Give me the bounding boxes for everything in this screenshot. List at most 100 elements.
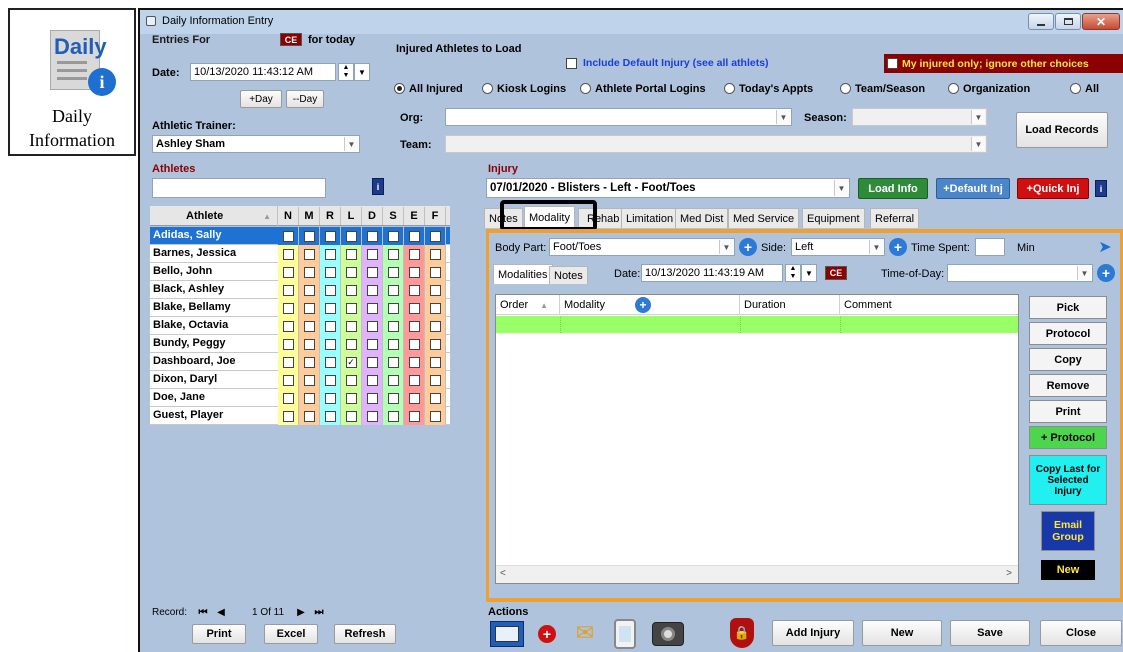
radio-organization[interactable]: Organization [948, 83, 1030, 95]
flag-checkbox[interactable] [345, 302, 357, 314]
flag-checkbox[interactable] [366, 320, 378, 332]
print-button[interactable]: Print [1029, 400, 1107, 423]
flag-checkbox[interactable] [324, 338, 336, 350]
column-header-flag[interactable]: L [341, 207, 362, 225]
subtab-notes[interactable]: Notes [549, 266, 588, 284]
athlete-row[interactable]: Guest, Player [150, 407, 450, 425]
column-header-comment[interactable]: Comment [840, 295, 1018, 315]
refresh-button[interactable]: Refresh [334, 624, 396, 644]
column-header-flag[interactable]: E [404, 207, 425, 225]
flag-checkbox[interactable] [429, 410, 441, 422]
add-body-part-icon[interactable]: + [739, 238, 757, 256]
flag-checkbox[interactable] [408, 338, 420, 350]
flag-checkbox[interactable] [387, 338, 399, 350]
flag-checkbox[interactable] [303, 284, 315, 296]
shield-lock-icon[interactable]: 🔒 [730, 618, 754, 648]
athlete-row[interactable]: Dashboard, Joe ✓ [150, 353, 450, 371]
flag-checkbox[interactable] [408, 374, 420, 386]
radio-todays-appts[interactable]: Today's Appts [724, 83, 813, 95]
flag-checkbox[interactable] [408, 356, 420, 368]
flag-checkbox[interactable] [345, 410, 357, 422]
radio-all-injured[interactable]: All Injured [394, 83, 463, 95]
column-header-flag[interactable]: M [299, 207, 320, 225]
flag-checkbox[interactable] [345, 374, 357, 386]
flag-checkbox[interactable] [324, 266, 336, 278]
flag-checkbox[interactable] [408, 248, 420, 260]
add-protocol-button[interactable]: + Protocol [1029, 426, 1107, 449]
protocol-button[interactable]: Protocol [1029, 322, 1107, 345]
radio-athlete-portal-logins[interactable]: Athlete Portal Logins [580, 83, 706, 95]
flag-checkbox[interactable] [303, 266, 315, 278]
load-records-button[interactable]: Load Records [1016, 112, 1108, 148]
print-athletes-button[interactable]: Print [192, 624, 246, 644]
flag-checkbox[interactable] [429, 392, 441, 404]
flag-checkbox[interactable] [408, 302, 420, 314]
athlete-row[interactable]: Dixon, Daryl [150, 371, 450, 389]
next-record-button[interactable]: ▶ [293, 607, 309, 618]
include-default-checkbox[interactable]: Include Default Injury (see all athlets) [566, 57, 769, 69]
tab-notes[interactable]: Notes [484, 208, 523, 228]
add-modality-icon[interactable]: + [634, 297, 651, 313]
copy-last-button[interactable]: Copy Last for Selected Injury [1029, 455, 1107, 505]
flag-checkbox[interactable] [387, 410, 399, 422]
flag-checkbox[interactable] [324, 374, 336, 386]
season-select[interactable]: ▼ [852, 108, 987, 126]
id-card-icon[interactable] [490, 621, 524, 647]
flag-checkbox[interactable] [345, 284, 357, 296]
scroll-right-icon[interactable]: > [1006, 568, 1012, 579]
flag-checkbox[interactable] [345, 248, 357, 260]
scroll-left-icon[interactable]: < [500, 568, 506, 579]
email-group-button[interactable]: Email Group [1041, 511, 1095, 551]
send-icon[interactable]: ➤ [1095, 238, 1115, 256]
horizontal-scrollbar[interactable]: < > [496, 565, 1018, 583]
quick-inj-button[interactable]: +Quick Inj [1017, 178, 1089, 199]
flag-checkbox[interactable] [408, 230, 420, 242]
modality-date-field[interactable]: 10/13/2020 11:43:19 AM [641, 264, 783, 282]
flag-checkbox[interactable] [429, 230, 441, 242]
athlete-row[interactable]: Black, Ashley [150, 281, 450, 299]
org-select[interactable]: ▼ [445, 108, 792, 126]
athlete-search-input[interactable] [152, 178, 326, 198]
flag-checkbox[interactable] [366, 410, 378, 422]
pill-icon[interactable]: ✉ [570, 619, 600, 647]
flag-checkbox[interactable] [282, 302, 294, 314]
flag-checkbox[interactable] [282, 266, 294, 278]
tab-limitation[interactable]: Limitation [621, 208, 679, 228]
flag-checkbox[interactable] [324, 392, 336, 404]
new-modality-row[interactable] [496, 316, 1018, 333]
time-of-day-select[interactable]: ▼ [947, 264, 1093, 282]
flag-checkbox[interactable] [387, 356, 399, 368]
flag-checkbox[interactable] [366, 266, 378, 278]
tab-med-service[interactable]: Med Service [728, 208, 800, 228]
flag-checkbox[interactable] [429, 338, 441, 350]
team-select[interactable]: ▼ [445, 135, 987, 153]
flag-checkbox[interactable] [324, 230, 336, 242]
phone-icon[interactable] [614, 619, 636, 649]
book-icon[interactable]: i [1095, 180, 1107, 197]
flag-checkbox[interactable] [429, 320, 441, 332]
column-header-flag[interactable]: D [362, 207, 383, 225]
flag-checkbox[interactable] [303, 392, 315, 404]
minimize-button[interactable] [1028, 13, 1054, 30]
flag-checkbox[interactable] [387, 392, 399, 404]
flag-checkbox[interactable] [387, 320, 399, 332]
flag-checkbox[interactable] [345, 392, 357, 404]
flag-checkbox[interactable] [282, 410, 294, 422]
flag-checkbox[interactable] [366, 374, 378, 386]
flag-checkbox[interactable] [345, 230, 357, 242]
flag-checkbox[interactable] [303, 320, 315, 332]
prev-record-button[interactable]: ◀ [213, 607, 229, 618]
book-icon[interactable]: i [372, 178, 384, 195]
flag-checkbox[interactable] [408, 284, 420, 296]
athlete-row[interactable]: Bello, John [150, 263, 450, 281]
flag-checkbox[interactable] [366, 302, 378, 314]
add-injury-button[interactable]: Add Injury [772, 620, 854, 646]
plus-day-button[interactable]: +Day [240, 90, 282, 108]
last-record-button[interactable]: ⏭ [309, 607, 329, 618]
medical-cross-icon[interactable]: + [538, 625, 556, 643]
tab-med-dist[interactable]: Med Dist [675, 208, 729, 228]
flag-checkbox[interactable] [324, 248, 336, 260]
time-spent-input[interactable] [975, 238, 1005, 256]
flag-checkbox[interactable] [366, 338, 378, 350]
flag-checkbox[interactable] [366, 284, 378, 296]
